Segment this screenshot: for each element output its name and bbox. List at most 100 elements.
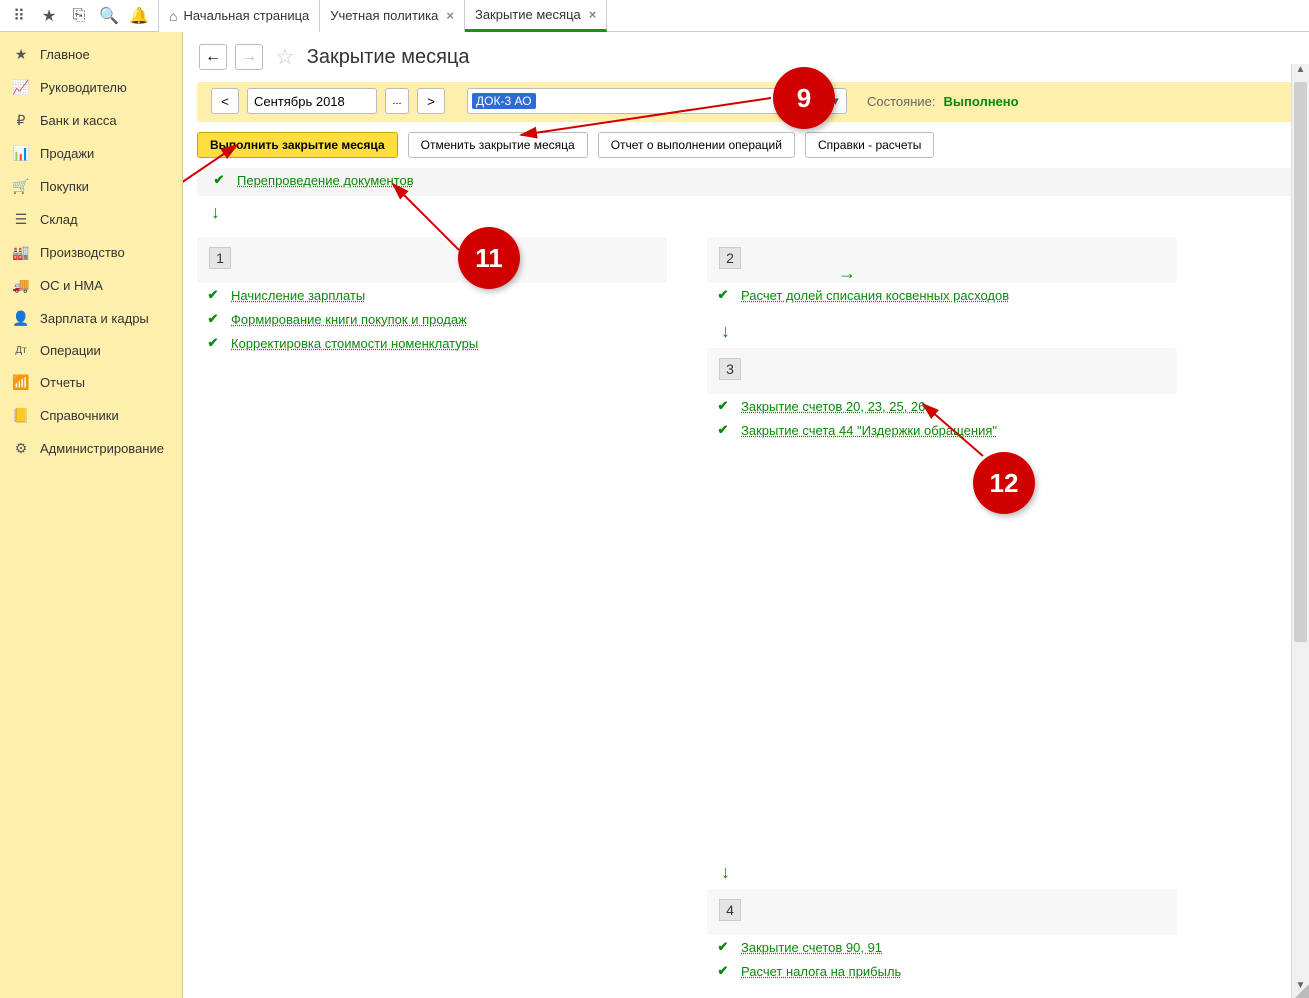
sidebar-item-warehouse[interactable]: ☰Склад <box>0 203 182 236</box>
sidebar-item-label: Зарплата и кадры <box>40 311 149 326</box>
gear-icon: ⚙ <box>12 440 30 457</box>
check-icon: ✔ <box>205 335 221 351</box>
stage-link[interactable]: Начисление зарплаты <box>231 288 365 303</box>
organization-value: ДОК-3 АО <box>472 93 536 109</box>
stage-1-column: 1 ✔ Начисление зарплаты ✔ Формирование кни… <box>197 237 667 997</box>
period-next-button[interactable]: > <box>417 88 445 114</box>
sidebar-item-manager[interactable]: 📈 Руководителю <box>0 71 182 104</box>
apps-icon[interactable]: ⠿ <box>4 1 34 31</box>
back-button[interactable]: ← <box>199 44 227 70</box>
page-header: ← → ☆ Закрытие месяца <box>183 32 1309 82</box>
period-prev-button[interactable]: < <box>211 88 239 114</box>
chart-icon: 📈 <box>12 79 30 96</box>
stage-link[interactable]: Расчет долей списания косвенных расходов <box>741 288 1009 303</box>
execute-close-button[interactable]: Выполнить закрытие месяца <box>197 132 398 158</box>
page-title: Закрытие месяца <box>307 46 470 69</box>
stage-number: 4 <box>719 899 741 921</box>
sidebar-item-label: Руководителю <box>40 80 127 95</box>
notifications-icon[interactable]: 🔔 <box>124 1 154 31</box>
stage-link[interactable]: Закрытие счетов 20, 23, 25, 26 <box>741 399 925 414</box>
flow-arrow-right-icon: → <box>838 263 856 284</box>
check-icon: ✔ <box>211 172 227 188</box>
actions-row: Выполнить закрытие месяца Отменить закры… <box>183 122 1309 168</box>
vertical-scrollbar[interactable]: ▲ ▼ <box>1291 64 1309 998</box>
flow-arrow-down-icon: ↓ <box>721 862 1177 883</box>
stage-item: ✔ Корректировка стоимости номенклатуры <box>197 331 667 355</box>
tab-label: Закрытие месяца <box>475 7 581 22</box>
period-pick-button[interactable]: ... <box>385 88 409 114</box>
sidebar-item-label: ОС и НМА <box>40 278 103 293</box>
stage-link[interactable]: Корректировка стоимости номенклатуры <box>231 336 478 351</box>
sidebar-item-admin[interactable]: ⚙ Администрирование <box>0 432 182 465</box>
star-outline-icon[interactable]: ☆ <box>275 44 295 70</box>
sidebar-item-fixed-assets[interactable]: 🚚 ОС и НМА <box>0 269 182 302</box>
sidebar-item-label: Администрирование <box>40 441 164 456</box>
sidebar-item-payroll[interactable]: 👤 Зарплата и кадры <box>0 302 182 335</box>
stage-number: 2 <box>719 247 741 269</box>
list-icon: ☰ <box>12 211 30 228</box>
operations-report-button[interactable]: Отчет о выполнении операций <box>598 132 795 158</box>
tab-home[interactable]: ⌂ Начальная страница <box>159 0 320 32</box>
clipboard-icon[interactable]: ⎘ <box>64 1 94 31</box>
stage-item: ✔ Расчет налога на прибыль <box>707 959 1177 983</box>
stage-number: 3 <box>719 358 741 380</box>
callout-12: 12 <box>973 452 1035 514</box>
sidebar-item-bank[interactable]: ₽Банк и касса <box>0 104 182 137</box>
signal-icon: 📶 <box>12 374 30 391</box>
tabs-bar: ⌂ Начальная страница Учетная политика × … <box>158 0 607 32</box>
check-icon: ✔ <box>205 311 221 327</box>
sidebar-item-label: Покупки <box>40 179 89 194</box>
close-icon[interactable]: × <box>589 7 597 22</box>
tab-label: Начальная страница <box>183 8 309 23</box>
sidebar-item-label: Продажи <box>40 146 94 161</box>
sidebar-item-main[interactable]: ★Главное <box>0 38 182 71</box>
bars-icon: 📊 <box>12 145 30 162</box>
reconduct-link[interactable]: Перепроведение документов <box>237 173 414 188</box>
sidebar-item-label: Операции <box>40 343 101 358</box>
sidebar-item-catalogs[interactable]: 📒Справочники <box>0 399 182 432</box>
scroll-up-icon[interactable]: ▲ <box>1292 64 1309 82</box>
close-icon[interactable]: × <box>446 8 454 23</box>
tab-label: Учетная политика <box>330 8 438 23</box>
tab-month-close[interactable]: Закрытие месяца × <box>465 0 607 32</box>
stage-number: 1 <box>209 247 231 269</box>
stage-link[interactable]: Расчет налога на прибыль <box>741 964 901 979</box>
resize-handle-icon[interactable] <box>1295 984 1309 998</box>
content-area: ← → ☆ Закрытие месяца < ... > ДОК-3 АО ▾… <box>183 32 1309 998</box>
check-icon: ✔ <box>715 963 731 979</box>
parameters-panel: < ... > ДОК-3 АО ▾ Состояние: Выполнено <box>197 82 1295 122</box>
references-button[interactable]: Справки - расчеты <box>805 132 934 158</box>
callout-9: 9 <box>773 67 835 129</box>
star-icon: ★ <box>12 46 30 63</box>
sidebar: ★Главное 📈 Руководителю ₽Банк и касса 📊 Пр… <box>0 32 183 998</box>
forward-button[interactable]: → <box>235 44 263 70</box>
check-icon: ✔ <box>205 287 221 303</box>
sidebar-item-label: Отчеты <box>40 375 85 390</box>
sidebar-item-reports[interactable]: 📶 Отчеты <box>0 366 182 399</box>
stage-link[interactable]: Формирование книги покупок и продаж <box>231 312 467 327</box>
sidebar-item-production[interactable]: 🏭Производство <box>0 236 182 269</box>
stage-item: ✔ Формирование книги покупок и продаж <box>197 307 667 331</box>
sidebar-item-label: Банк и касса <box>40 113 117 128</box>
dtkt-icon: Дт <box>12 345 30 356</box>
person-icon: 👤 <box>12 310 30 327</box>
check-icon: ✔ <box>715 939 731 955</box>
stage-link[interactable]: Закрытие счета 44 "Издержки обращения" <box>741 423 997 438</box>
sidebar-item-sales[interactable]: 📊 Продажи <box>0 137 182 170</box>
sidebar-item-purchases[interactable]: 🛒Покупки <box>0 170 182 203</box>
stage-item: ✔ Начисление зарплаты <box>197 283 667 307</box>
status-value: Выполнено <box>943 94 1018 109</box>
tab-accounting-policy[interactable]: Учетная политика × <box>320 0 465 32</box>
scroll-thumb[interactable] <box>1294 82 1307 642</box>
stage-item: ✔ Закрытие счетов 90, 91 <box>707 935 1177 959</box>
stage-link[interactable]: Закрытие счетов 90, 91 <box>741 940 882 955</box>
cancel-close-button[interactable]: Отменить закрытие месяца <box>408 132 588 158</box>
status-label: Состояние: <box>867 94 935 109</box>
truck-icon: 🚚 <box>12 277 30 294</box>
favorite-icon[interactable]: ★ <box>34 1 64 31</box>
stage-right-column: 2 ✔ Расчет долей списания косвенных расхо… <box>707 237 1177 997</box>
period-field[interactable] <box>247 88 377 114</box>
search-icon[interactable]: 🔍 <box>94 1 124 31</box>
sidebar-item-operations[interactable]: Дт Операции <box>0 335 182 366</box>
stage-item: ✔Закрытие счетов 20, 23, 25, 26 <box>707 394 1177 418</box>
